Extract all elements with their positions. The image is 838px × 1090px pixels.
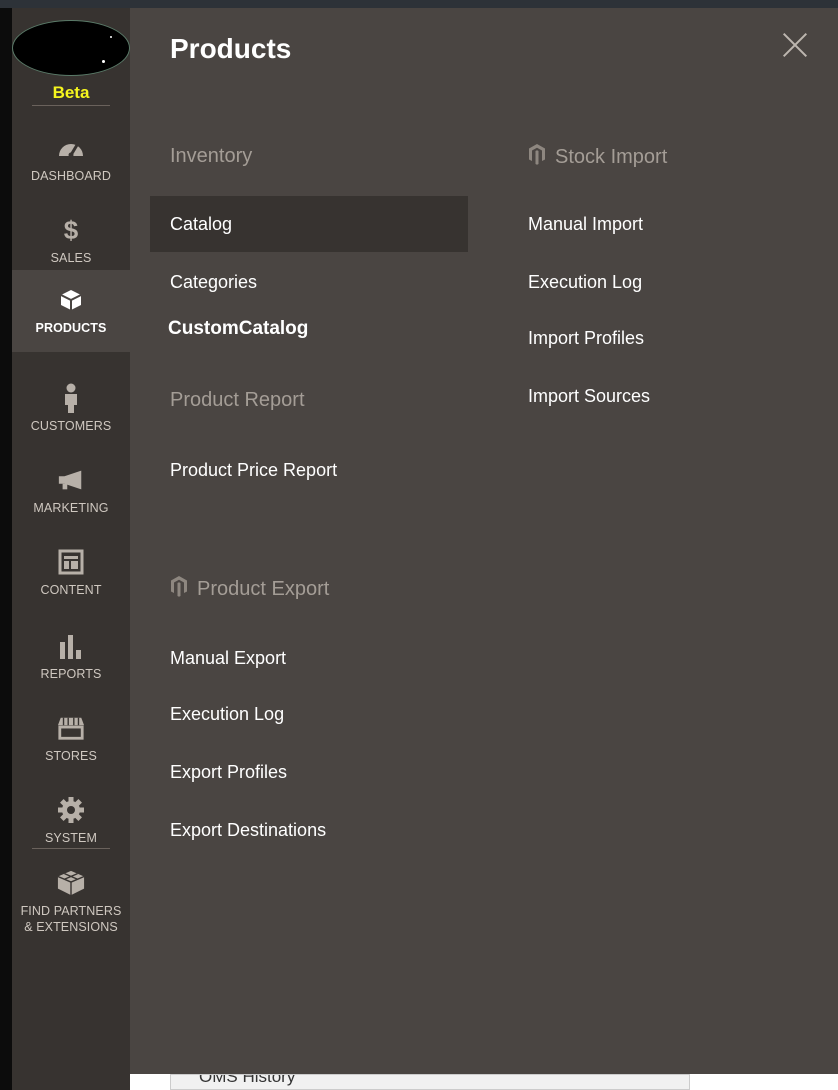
sidebar-item-label: CONTENT <box>40 583 102 597</box>
background-content-row: OMS History <box>170 1074 690 1090</box>
megaphone-icon <box>57 466 85 494</box>
background-content-text: OMS History <box>199 1074 296 1086</box>
close-icon[interactable] <box>782 32 808 58</box>
cubes-icon <box>57 869 85 897</box>
sidebar-item-label: STORES <box>45 749 97 763</box>
menu-link-categories[interactable]: Categories <box>170 270 257 294</box>
section-title-inventory: Inventory <box>170 145 253 167</box>
sidebar-item-dashboard[interactable]: DASHBOARD <box>12 118 130 200</box>
sidebar-item-label: FIND PARTNERS & EXTENSIONS <box>21 903 122 935</box>
section-title-product-report: Product Report <box>170 389 305 411</box>
menu-link-export-execution-log[interactable]: Execution Log <box>170 702 284 726</box>
menu-link-import-sources[interactable]: Import Sources <box>528 384 650 408</box>
menu-link-export-profiles[interactable]: Export Profiles <box>170 760 287 784</box>
logo-image <box>12 20 130 76</box>
sidebar-item-label: DASHBOARD <box>30 169 112 183</box>
section-title-product-export: Product Export <box>170 575 329 604</box>
bar-chart-icon <box>57 632 85 660</box>
sidebar-divider <box>32 848 110 849</box>
menu-link-import-profiles[interactable]: Import Profiles <box>528 326 644 350</box>
panel-title: Products <box>170 33 292 64</box>
layout-icon <box>57 548 85 576</box>
gear-icon <box>57 796 85 824</box>
sidebar-item-customers[interactable]: CUSTOMERS <box>12 368 130 450</box>
menu-link-import-execution-log[interactable]: Execution Log <box>528 270 642 294</box>
section-title-text: Product Export <box>197 578 330 600</box>
sidebar-item-label: SYSTEM <box>45 831 97 845</box>
gauge-icon <box>57 134 85 162</box>
sidebar-item-label: SALES <box>50 251 92 265</box>
menu-link-export-destinations[interactable]: Export Destinations <box>170 818 326 842</box>
magento-hex-icon <box>170 575 188 604</box>
label-line: & EXTENSIONS <box>24 920 118 934</box>
dollar-glyph: $ <box>63 215 79 245</box>
menu-link-catalog[interactable]: Catalog <box>170 212 232 236</box>
beta-label: Beta <box>52 83 90 102</box>
sidebar-divider <box>32 105 110 106</box>
sidebar-item-label: REPORTS <box>40 667 102 681</box>
products-flyout-panel: Products Inventory Catalog Categories Cu… <box>130 8 838 1074</box>
sidebar-item-reports[interactable]: REPORTS <box>12 616 130 698</box>
sidebar-item-system[interactable]: SYSTEM <box>12 780 130 862</box>
sidebar-item-find-partners[interactable]: FIND PARTNERS & EXTENSIONS <box>12 856 130 948</box>
storefront-icon <box>57 714 85 742</box>
admin-sidebar: Beta DASHBOARD $ SALES PRODUCTS CUSTOMER… <box>12 8 130 1090</box>
sidebar-item-marketing[interactable]: MARKETING <box>12 450 130 532</box>
logo[interactable] <box>12 20 130 82</box>
left-edge <box>0 8 12 1090</box>
dollar-icon: $ <box>57 216 85 244</box>
label-line: FIND PARTNERS <box>20 904 122 918</box>
menu-link-manual-export[interactable]: Manual Export <box>170 646 286 670</box>
sidebar-item-label: CUSTOMERS <box>30 419 112 433</box>
section-title-stock-import: Stock Import <box>528 143 667 172</box>
magento-hex-icon <box>528 143 546 172</box>
menu-link-customcatalog[interactable]: CustomCatalog <box>168 317 308 341</box>
logo-dot <box>102 60 105 63</box>
logo-dot <box>110 36 112 38</box>
top-bar <box>0 0 838 8</box>
section-title-text: Stock Import <box>555 146 668 168</box>
sidebar-item-stores[interactable]: STORES <box>12 698 130 780</box>
menu-link-manual-import[interactable]: Manual Import <box>528 212 643 236</box>
sidebar-item-label: PRODUCTS <box>35 321 107 335</box>
menu-link-product-price-report[interactable]: Product Price Report <box>170 458 337 482</box>
sidebar-item-products[interactable]: PRODUCTS <box>12 270 130 352</box>
sidebar-item-label: MARKETING <box>33 501 109 515</box>
sidebar-item-content[interactable]: CONTENT <box>12 532 130 614</box>
person-icon <box>57 383 85 413</box>
box-icon <box>57 286 85 314</box>
